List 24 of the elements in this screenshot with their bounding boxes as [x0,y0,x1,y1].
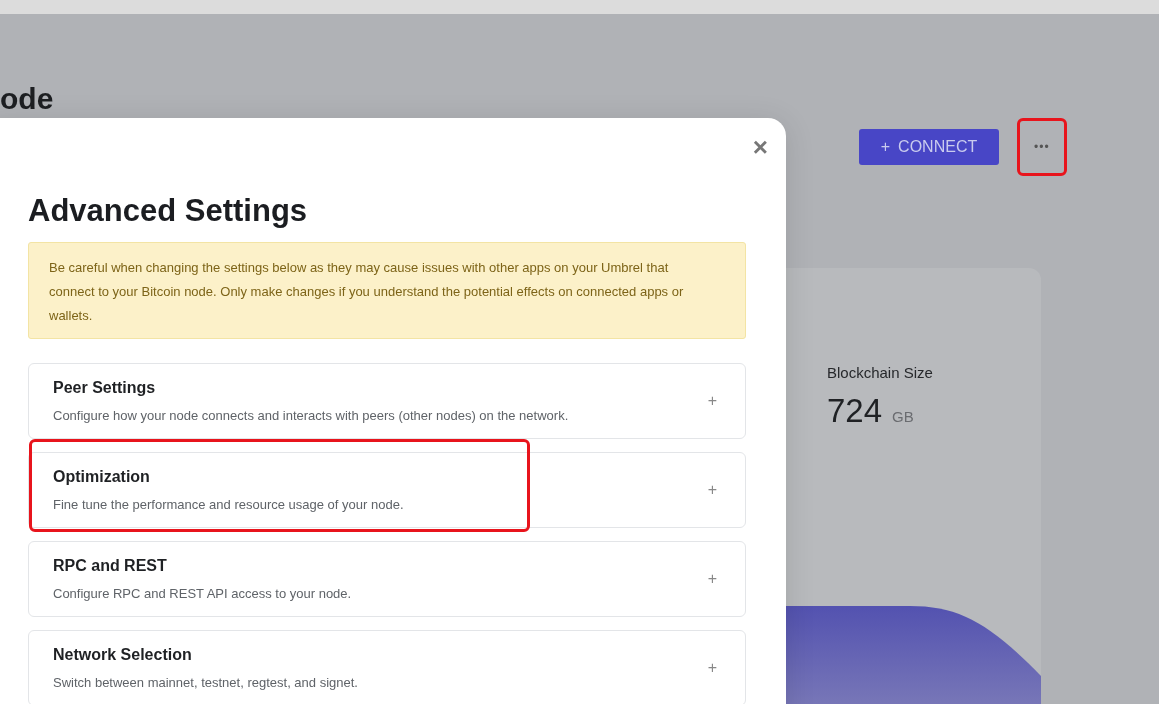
stat-label: Blockchain Size [827,363,933,383]
section-description: Switch between mainnet, testnet, regtest, and signet. [53,674,358,693]
connect-button[interactable]: + CONNECT [859,129,999,165]
section-description: Configure how your node connects and interacts with peers (other nodes) on the network. [53,407,569,426]
expand-icon: + [707,478,717,503]
section-description: Fine tune the performance and resource usage of your node. [53,496,404,515]
section-description: Configure RPC and REST API access to your node. [53,585,352,604]
expand-icon: + [707,389,717,414]
expand-icon: + [707,567,717,592]
settings-section[interactable]: Peer Settings Configure how your node connects and interacts with peers (other nodes) on the network. + [28,363,746,440]
section-title: Optimization [53,467,151,488]
modal-title: Advanced Settings [28,192,309,230]
more-button[interactable]: ••• [1028,129,1056,165]
stat-value: 724 [827,394,883,427]
close-button[interactable]: × [748,132,772,162]
expand-icon: + [707,656,717,681]
section-title: Peer Settings [53,378,157,399]
page-title: ode [0,84,54,114]
settings-section[interactable]: Optimization Fine tune the performance and resource usage of your node. + [28,452,746,529]
section-title: RPC and REST [53,556,168,577]
section-title: Network Selection [53,645,193,666]
warning-alert: Be careful when changing the settings below as they may cause issues with other apps on your Umbrel that connect to your Bitcoin node. Only make changes if you understand the potential effects on connected apps or wallets. [28,242,746,340]
settings-section[interactable]: RPC and REST Configure RPC and REST API access to your node. + [28,541,746,618]
stat-unit: GB [892,407,914,427]
